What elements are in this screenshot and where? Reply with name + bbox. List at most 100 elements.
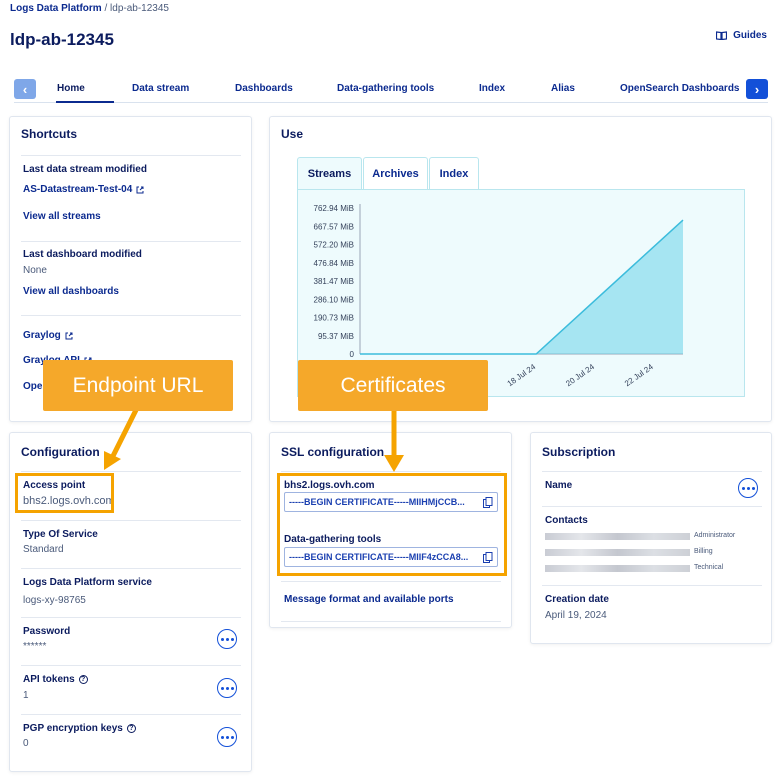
contact-role-technical: Technical	[694, 564, 724, 571]
redacted-contact	[545, 565, 690, 572]
pgp-actions-button[interactable]	[217, 727, 237, 747]
y-tick-label: 667.57 MiB	[314, 222, 354, 231]
x-tick-label: 22 Jul 24	[623, 362, 655, 388]
use-title: Use	[281, 127, 304, 141]
last-dashboard-value: None	[23, 265, 47, 276]
active-tab-indicator	[56, 101, 114, 103]
guides-button[interactable]: Guides	[716, 30, 767, 41]
y-tick-label: 286.10 MiB	[314, 295, 354, 304]
external-link-icon	[136, 186, 144, 193]
x-tick-label: 18 Jul 24	[506, 362, 538, 388]
message-format-link[interactable]: Message format and available ports	[284, 594, 454, 605]
ldp-service-value: logs-xy-98765	[23, 595, 86, 606]
divider	[21, 617, 241, 618]
chevron-left-icon: ‹	[22, 81, 28, 97]
password-value: ******	[23, 641, 47, 652]
tab-index[interactable]: Index	[479, 83, 505, 94]
ssl-title: SSL configuration	[281, 445, 385, 459]
contact-role-billing: Billing	[694, 548, 713, 555]
divider	[281, 581, 501, 582]
creation-date-value: April 19, 2024	[545, 610, 607, 621]
shortcuts-title: Shortcuts	[21, 127, 78, 141]
divider	[542, 471, 762, 472]
contact-role-administrator: Administrator	[694, 532, 736, 539]
service-type-value: Standard	[23, 544, 64, 555]
chevron-right-icon: ›	[754, 81, 760, 97]
endpoint-url-callout: Endpoint URL	[43, 360, 233, 411]
contacts-label: Contacts	[545, 515, 588, 526]
api-tokens-actions-button[interactable]	[217, 678, 237, 698]
divider	[21, 471, 241, 472]
graylog-link[interactable]: Graylog	[23, 330, 73, 341]
pgp-value: 0	[23, 738, 29, 749]
main-tabs: ‹ Home Data stream Dashboards Data-gathe…	[14, 77, 768, 103]
tab-opensearch-dashboards[interactable]: OpenSearch Dashboards	[620, 83, 739, 94]
use-tab-index[interactable]: Index	[429, 157, 479, 190]
subscription-actions-button[interactable]	[738, 478, 758, 498]
y-tick-label: 190.73 MiB	[314, 314, 354, 323]
y-tick-label: 476.84 MiB	[314, 259, 354, 268]
tab-data-gathering-tools[interactable]: Data-gathering tools	[337, 83, 434, 94]
view-all-streams-link[interactable]: View all streams	[23, 211, 101, 222]
breadcrumb-current: ldp-ab-12345	[110, 3, 169, 14]
last-stream-link[interactable]: AS-Datastream-Test-04	[23, 184, 144, 195]
breadcrumb: Logs Data Platform / ldp-ab-12345	[10, 3, 169, 14]
divider	[21, 315, 241, 316]
subscription-title: Subscription	[542, 445, 616, 459]
use-tab-archives[interactable]: Archives	[363, 157, 428, 190]
y-tick-label: 572.20 MiB	[314, 241, 354, 250]
password-actions-button[interactable]	[217, 629, 237, 649]
divider	[542, 506, 762, 507]
subscription-card: Subscription Name Contacts Administrator…	[530, 432, 772, 644]
book-icon	[716, 31, 728, 40]
x-tick-label: 20 Jul 24	[564, 362, 596, 388]
certificates-highlight-box	[277, 473, 507, 576]
tab-data-stream[interactable]: Data stream	[132, 83, 189, 94]
redacted-contact	[545, 549, 690, 556]
configuration-title: Configuration	[21, 445, 100, 459]
guides-label: Guides	[733, 30, 767, 41]
tab-dashboards[interactable]: Dashboards	[235, 83, 293, 94]
divider	[281, 471, 501, 472]
help-icon[interactable]: ?	[126, 724, 136, 733]
y-tick-label: 0	[350, 350, 355, 359]
graylog-label: Graylog	[23, 330, 61, 341]
last-stream-label: Last data stream modified	[23, 164, 147, 175]
certificates-callout: Certificates	[298, 360, 488, 411]
y-tick-label: 762.94 MiB	[314, 204, 354, 213]
external-link-icon	[65, 332, 73, 339]
tab-home[interactable]: Home	[57, 83, 85, 94]
breadcrumb-root-link[interactable]: Logs Data Platform	[10, 3, 102, 14]
view-all-dashboards-link[interactable]: View all dashboards	[23, 286, 119, 297]
api-tokens-value: 1	[23, 690, 29, 701]
tabs-scroll-left-button[interactable]: ‹	[14, 79, 36, 99]
divider	[21, 241, 241, 242]
creation-date-label: Creation date	[545, 594, 609, 605]
ldp-service-label: Logs Data Platform service	[23, 577, 152, 588]
divider	[21, 714, 241, 715]
divider	[21, 665, 241, 666]
divider	[281, 621, 501, 622]
divider	[21, 568, 241, 569]
service-type-label: Type Of Service	[23, 529, 98, 540]
pgp-label: PGP encryption keys	[23, 723, 123, 734]
series-area	[360, 220, 683, 354]
endpoint-highlight-box	[15, 473, 114, 513]
last-stream-value: AS-Datastream-Test-04	[23, 184, 133, 195]
tab-alias[interactable]: Alias	[551, 83, 575, 94]
y-tick-label: 381.47 MiB	[314, 277, 354, 286]
redacted-contact	[545, 533, 690, 540]
breadcrumb-separator: /	[104, 3, 108, 14]
pgp-heading: PGP encryption keys ?	[23, 723, 136, 734]
api-tokens-label: API tokens	[23, 674, 75, 685]
use-tab-streams[interactable]: Streams	[297, 157, 362, 190]
last-dashboard-label: Last dashboard modified	[23, 249, 142, 260]
divider	[21, 155, 241, 156]
divider	[21, 520, 241, 521]
api-tokens-heading: API tokens ?	[23, 674, 88, 685]
password-label: Password	[23, 626, 71, 637]
help-icon[interactable]: ?	[78, 675, 88, 684]
name-label: Name	[545, 480, 573, 491]
tabs-scroll-right-button[interactable]: ›	[746, 79, 768, 99]
y-tick-label: 95.37 MiB	[318, 332, 354, 341]
